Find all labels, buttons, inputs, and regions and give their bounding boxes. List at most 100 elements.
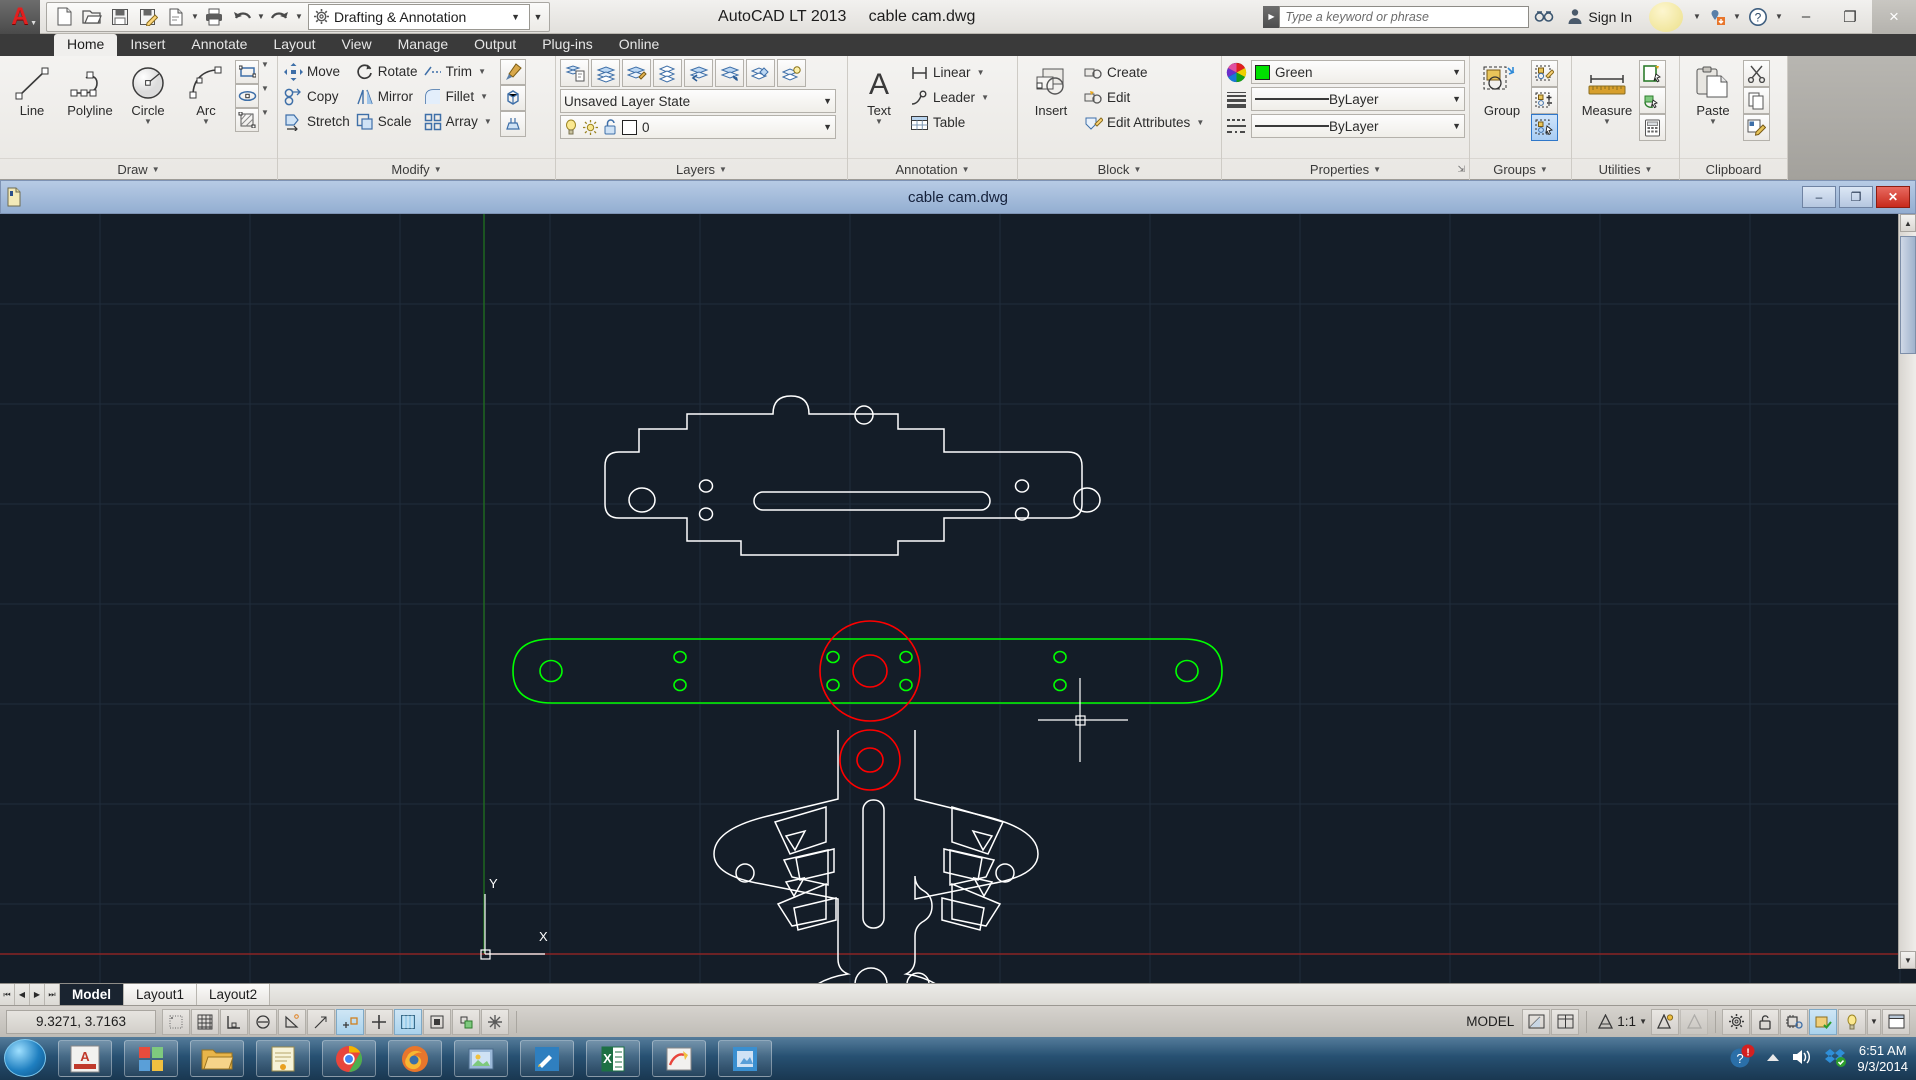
arc-button[interactable]: Arc ▼: [177, 60, 235, 126]
drawing-minimize-button[interactable]: –: [1802, 186, 1836, 208]
scale-button[interactable]: Scale: [353, 109, 421, 134]
text-button[interactable]: A Text ▼: [851, 60, 907, 126]
chevron-down-icon[interactable]: ▼: [256, 4, 266, 30]
tab-view[interactable]: View: [328, 34, 384, 56]
application-menu-button[interactable]: A ▼: [0, 0, 40, 34]
object-snap-toggle[interactable]: [307, 1008, 335, 1035]
search-icon[interactable]: [1529, 0, 1559, 34]
group-selection-on-off-icon[interactable]: [1531, 114, 1558, 141]
workspace-switching-icon[interactable]: [1722, 1008, 1750, 1035]
lineweight-combo[interactable]: ByLayer ▼: [1251, 114, 1465, 138]
layer-isolate-icon[interactable]: [653, 59, 682, 87]
minimize-button[interactable]: –: [1784, 0, 1828, 34]
firefox-taskbar-item[interactable]: [388, 1040, 442, 1077]
dynamic-input-toggle[interactable]: [423, 1008, 451, 1035]
layer-properties-icon[interactable]: [560, 59, 589, 87]
tab-manage[interactable]: Manage: [385, 34, 462, 56]
workspace-selector[interactable]: Drafting & Annotation ▼: [308, 3, 530, 30]
vertical-scroll-thumb[interactable]: [1900, 236, 1916, 354]
color-wheel-icon[interactable]: [1226, 62, 1247, 83]
space-indicator[interactable]: MODEL: [1458, 1014, 1522, 1029]
new-icon[interactable]: [50, 4, 78, 30]
quick-select-icon[interactable]: [1639, 60, 1666, 87]
save-as-icon[interactable]: [134, 4, 162, 30]
edit-group-icon[interactable]: [1531, 60, 1558, 87]
tab-home[interactable]: Home: [54, 34, 118, 56]
layer-previous-icon[interactable]: [684, 59, 713, 87]
photos-taskbar-item[interactable]: [454, 1040, 508, 1077]
layer-off-icon[interactable]: [777, 59, 806, 87]
infer-constraints-toggle[interactable]: [162, 1008, 190, 1035]
tab-online[interactable]: Online: [606, 34, 672, 56]
move-button[interactable]: Move: [281, 59, 353, 84]
exchange-apps-icon[interactable]: [1702, 0, 1732, 34]
redo-icon[interactable]: [266, 4, 294, 30]
group-button[interactable]: Group: [1473, 60, 1531, 118]
chevron-down-icon[interactable]: ▼: [506, 12, 525, 22]
layer-state-combo[interactable]: Unsaved Layer State ▼: [560, 89, 836, 113]
drawing-restore-button[interactable]: ❐: [1839, 186, 1873, 208]
panel-title-utilities[interactable]: Utilities ▼: [1572, 158, 1679, 180]
object-color-combo[interactable]: Green ▼: [1251, 60, 1465, 84]
search-input[interactable]: Type a keyword or phrase: [1279, 5, 1530, 28]
action-center-alert-icon[interactable]: ?!: [1729, 1044, 1755, 1073]
circle-button[interactable]: Circle ▼: [119, 60, 177, 126]
polar-tracking-toggle[interactable]: [278, 1008, 306, 1035]
volume-icon[interactable]: [1791, 1047, 1813, 1070]
layout-tab-layout1[interactable]: Layout1: [124, 984, 198, 1005]
quick-calc-select-icon[interactable]: [1639, 87, 1666, 114]
chevron-down-icon[interactable]: ▼: [478, 92, 490, 101]
chevron-down-icon[interactable]: ▼: [1446, 121, 1461, 131]
chevron-down-icon[interactable]: ▼: [476, 67, 488, 76]
coordinates-display[interactable]: 9.3271, 3.7163: [6, 1009, 156, 1034]
panel-title-modify[interactable]: Modify ▼: [278, 158, 555, 180]
layout-tab-model[interactable]: Model: [60, 984, 124, 1005]
add-remove-objects-icon[interactable]: [1531, 87, 1558, 114]
chevron-down-icon[interactable]: ▼: [975, 68, 987, 77]
open-icon[interactable]: [78, 4, 106, 30]
panel-title-block[interactable]: Block ▼: [1018, 158, 1221, 180]
edit-attributes-button[interactable]: Edit Attributes ▼: [1081, 110, 1209, 135]
paint-taskbar-item[interactable]: [652, 1040, 706, 1077]
isolate-objects-icon[interactable]: [1809, 1008, 1837, 1035]
layer-freeze-icon[interactable]: [746, 59, 775, 87]
3d-object-snap-toggle[interactable]: [365, 1008, 393, 1035]
panel-title-groups[interactable]: Groups ▼: [1470, 158, 1571, 180]
chevron-down-icon[interactable]: ▼: [817, 122, 832, 132]
chevron-down-icon[interactable]: ▼: [144, 118, 152, 126]
panel-title-annotation[interactable]: Annotation ▼: [848, 158, 1017, 180]
restore-button[interactable]: ❐: [1828, 0, 1872, 34]
copy-clip-icon[interactable]: [1743, 87, 1770, 114]
chevron-down-icon[interactable]: ▼: [1692, 4, 1702, 30]
dropbox-icon[interactable]: [1824, 1047, 1847, 1070]
start-button[interactable]: [4, 1039, 46, 1077]
match-properties-icon[interactable]: [499, 59, 526, 85]
viewport-icon[interactable]: [1551, 1008, 1580, 1035]
layout-tab-layout2[interactable]: Layout2: [197, 984, 271, 1005]
chevron-down-icon[interactable]: ▼: [1194, 118, 1206, 127]
trim-button[interactable]: Trim ▼: [421, 59, 497, 84]
taskbar-clock[interactable]: 6:51 AM 9/3/2014: [1857, 1043, 1908, 1075]
panel-title-draw[interactable]: Draw ▼: [0, 158, 277, 180]
leader-button[interactable]: Leader ▼: [907, 85, 994, 110]
hardware-acceleration-icon[interactable]: [1780, 1008, 1808, 1035]
layer-list-icon[interactable]: [591, 59, 620, 87]
chevron-down-icon[interactable]: ▼: [259, 108, 271, 132]
chevron-down-icon[interactable]: ▼: [1446, 67, 1461, 77]
next-layout-icon[interactable]: ▶: [30, 984, 45, 1005]
scroll-down-icon[interactable]: ▼: [1900, 951, 1916, 969]
annotation-scale-control[interactable]: 1:1 ▼: [1593, 1013, 1651, 1030]
plot-preview-icon[interactable]: [162, 4, 190, 30]
array-button[interactable]: Array ▼: [421, 109, 497, 134]
autocad-taskbar-item[interactable]: A: [58, 1040, 112, 1077]
annotation-visibility-icon[interactable]: [1651, 1008, 1679, 1035]
clean-screen-icon[interactable]: [1882, 1008, 1910, 1035]
chevron-down-icon[interactable]: ▼: [1446, 94, 1461, 104]
table-button[interactable]: Table: [907, 110, 994, 135]
edit-block-button[interactable]: Edit: [1081, 85, 1209, 110]
stretch-button[interactable]: Stretch: [281, 109, 353, 134]
chevron-down-icon[interactable]: ▼: [1774, 4, 1784, 30]
media-taskbar-item[interactable]: [124, 1040, 178, 1077]
chevron-down-icon[interactable]: ▼: [259, 84, 271, 108]
paste-special-icon[interactable]: [1743, 114, 1770, 141]
